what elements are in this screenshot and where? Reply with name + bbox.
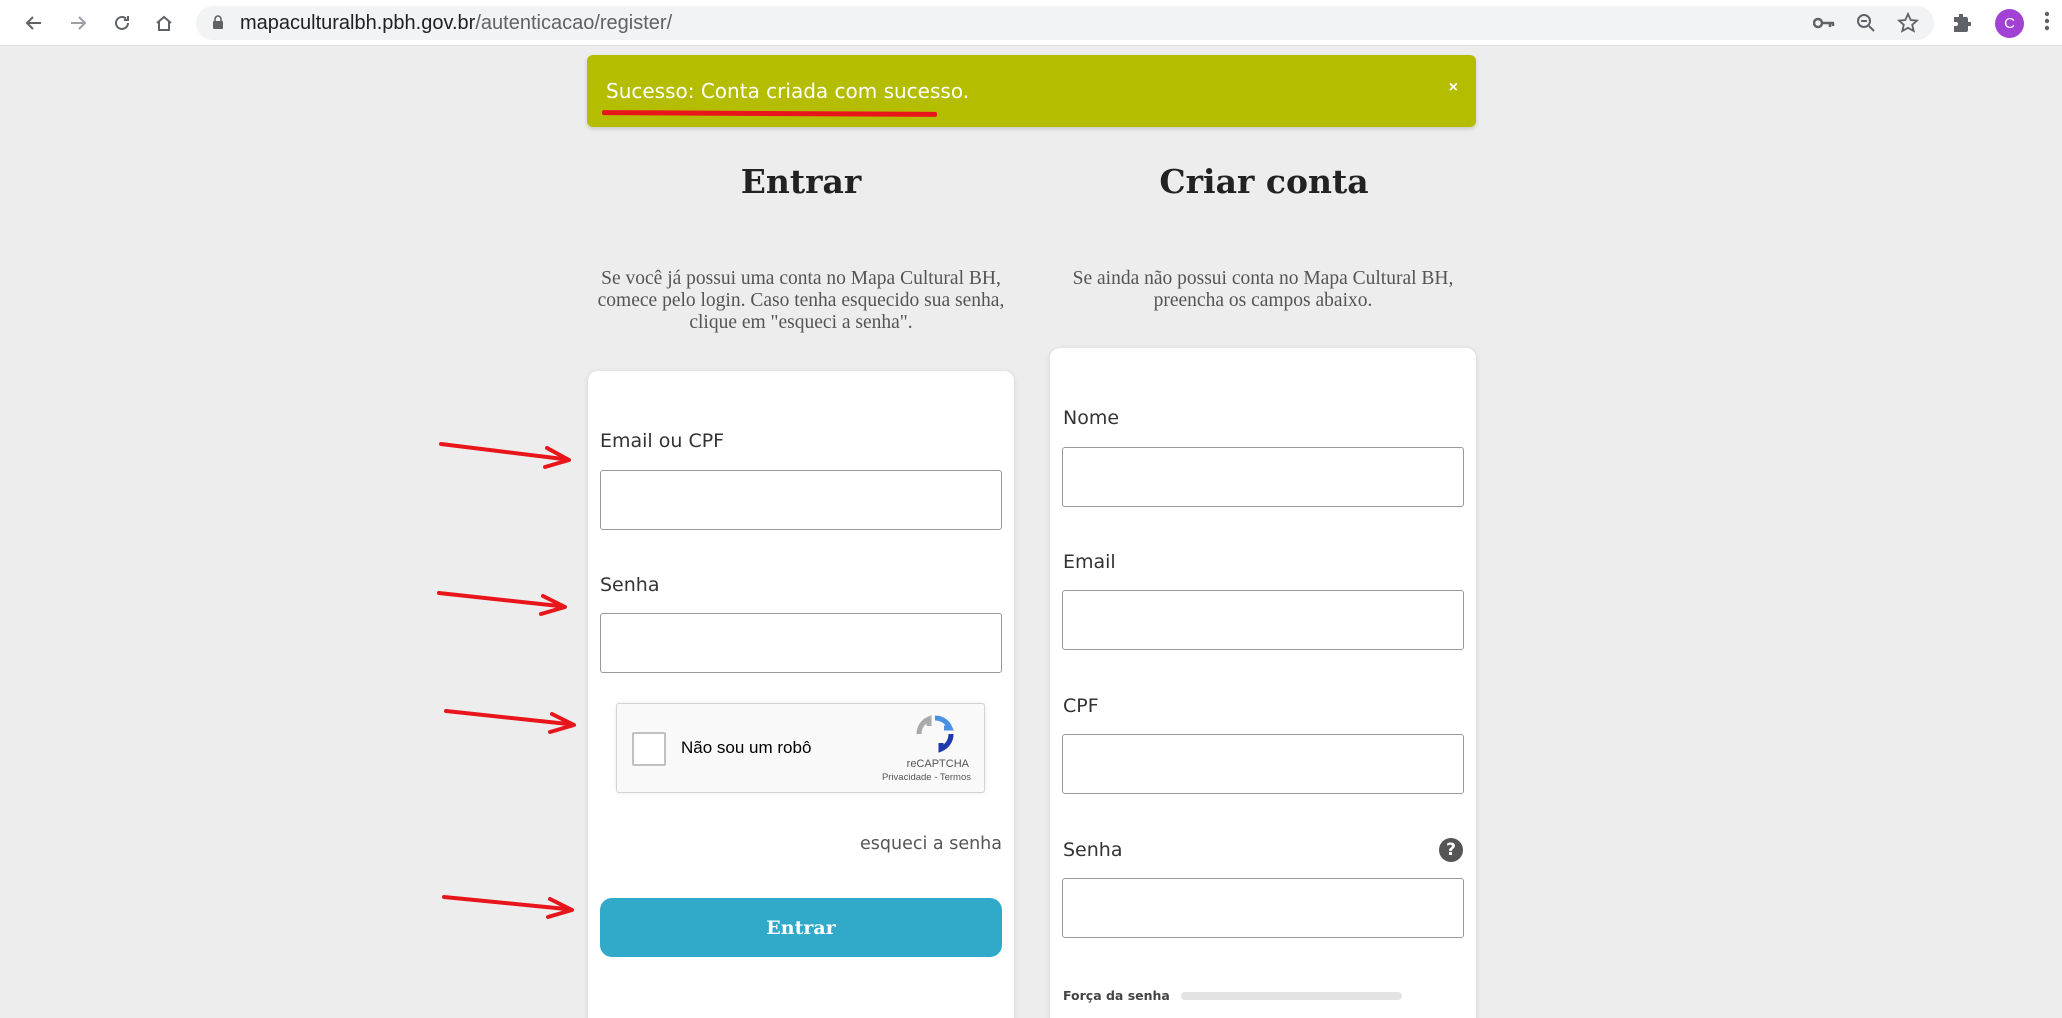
password-strength-bar [1181,992,1402,1000]
login-title: Entrar [740,162,862,201]
help-icon[interactable]: ? [1439,838,1463,862]
register-title: Criar conta [1159,162,1369,201]
recaptcha-label: Não sou um robô [681,738,812,757]
password-input[interactable] [600,613,1002,673]
url-domain: mapaculturalbh.pbh.gov.br [240,12,476,34]
url-path: /autenticacao/register/ [475,12,673,34]
recaptcha-icon [916,715,954,753]
email-input[interactable] [1062,590,1464,650]
reload-icon[interactable] [108,9,136,37]
cpf-input[interactable] [1062,734,1464,794]
zoom-icon[interactable] [1854,11,1878,35]
browser-toolbar: mapaculturalbh.pbh.gov.br/autenticacao/r… [0,0,2062,46]
annotation-arrow-icon [444,709,576,734]
email-or-cpf-input[interactable] [600,470,1002,530]
lock-icon [213,15,223,29]
recaptcha-checkbox[interactable] [632,732,666,766]
home-icon[interactable] [150,9,178,37]
email-or-cpf-label: Email ou CPF [600,430,725,452]
key-icon[interactable] [1812,11,1836,35]
extensions-icon[interactable] [1950,11,1974,35]
address-bar[interactable]: mapaculturalbh.pbh.gov.br/autenticacao/r… [196,6,1934,40]
annotation-arrow-icon [439,442,571,469]
recaptcha-widget: Não sou um robô reCAPTCHA Privacidade - … [616,703,985,793]
forgot-password-link[interactable]: esqueci a senha [860,834,1002,854]
cpf-label: CPF [1063,695,1099,717]
register-password-label: Senha [1063,839,1123,861]
star-icon[interactable] [1896,11,1920,35]
password-label: Senha [600,574,660,596]
close-icon[interactable]: × [1449,79,1458,97]
register-description: Se ainda não possui conta no Mapa Cultur… [1072,268,1454,311]
alert-message: Sucesso: Conta criada com sucesso. [606,79,970,103]
recaptcha-brand: reCAPTCHA [906,758,969,770]
name-input[interactable] [1062,447,1464,507]
back-icon[interactable] [20,9,48,37]
password-strength-label: Força da senha [1063,988,1170,1003]
forward-icon[interactable] [64,9,92,37]
login-description: Se você já possui uma conta no Mapa Cult… [597,268,1005,333]
recaptcha-links[interactable]: Privacidade - Termos [882,772,971,783]
url-text: mapaculturalbh.pbh.gov.br/autenticacao/r… [240,12,672,35]
register-password-input[interactable] [1062,878,1464,938]
menu-icon[interactable] [2044,10,2054,36]
name-label: Nome [1063,407,1120,429]
login-button[interactable]: Entrar [600,898,1002,957]
annotation-arrow-icon [437,591,567,616]
success-alert: Sucesso: Conta criada com sucesso. × [587,55,1476,127]
avatar[interactable]: C [1995,9,2024,38]
email-label: Email [1063,551,1116,573]
annotation-arrow-icon [442,895,574,919]
